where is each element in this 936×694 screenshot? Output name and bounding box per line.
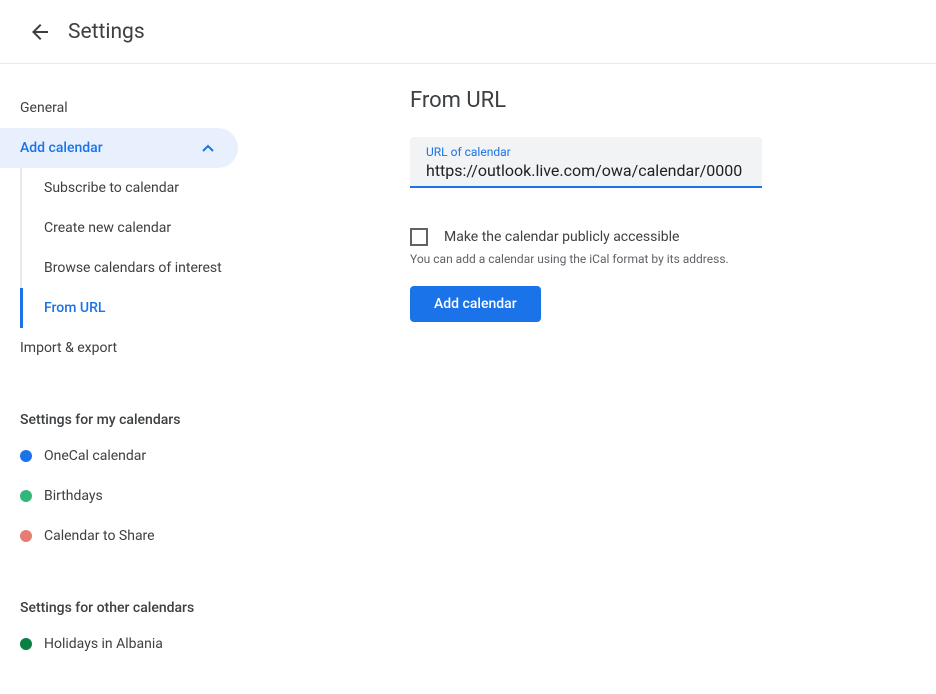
calendar-color-dot (20, 450, 32, 462)
sub-item-from-url[interactable]: From URL (20, 288, 250, 328)
sub-item-subscribe[interactable]: Subscribe to calendar (20, 168, 250, 208)
main-container: General Add calendar Subscribe to calend… (0, 64, 936, 664)
calendar-label: Birthdays (44, 488, 103, 504)
public-checkbox-label: Make the calendar publicly accessible (444, 229, 679, 245)
sub-item-create[interactable]: Create new calendar (20, 208, 250, 248)
public-checkbox[interactable] (410, 228, 428, 246)
calendar-color-dot (20, 638, 32, 650)
calendar-color-dot (20, 490, 32, 502)
url-input[interactable] (426, 161, 746, 180)
page-title: Settings (68, 20, 145, 44)
calendar-color-dot (20, 530, 32, 542)
sidebar-item-general[interactable]: General (0, 88, 238, 128)
my-calendars-header: Settings for my calendars (0, 392, 250, 436)
sub-item-browse[interactable]: Browse calendars of interest (20, 248, 250, 288)
sub-item-label: Create new calendar (44, 220, 171, 236)
calendar-item-share[interactable]: Calendar to Share (0, 516, 250, 556)
chevron-up-icon (198, 138, 218, 158)
helper-text: You can add a calendar using the iCal fo… (410, 252, 896, 266)
url-input-wrapper[interactable]: URL of calendar (410, 137, 762, 188)
sidebar-label: Add calendar (20, 140, 198, 156)
back-button[interactable] (20, 12, 60, 52)
url-input-label: URL of calendar (426, 145, 746, 159)
sidebar-label: General (20, 100, 218, 116)
calendar-item-onecal[interactable]: OneCal calendar (0, 436, 250, 476)
other-calendars-header: Settings for other calendars (0, 580, 250, 624)
calendar-item-birthdays[interactable]: Birthdays (0, 476, 250, 516)
add-calendar-sub-items: Subscribe to calendar Create new calenda… (20, 168, 250, 328)
sidebar: General Add calendar Subscribe to calend… (0, 64, 250, 664)
sidebar-label: Import & export (20, 340, 218, 356)
content-area: From URL URL of calendar Make the calend… (250, 64, 936, 664)
arrow-left-icon (28, 20, 52, 44)
header: Settings (0, 0, 936, 64)
calendar-label: OneCal calendar (44, 448, 146, 464)
sidebar-item-add-calendar[interactable]: Add calendar (0, 128, 238, 168)
content-title: From URL (410, 88, 896, 113)
sub-item-label: From URL (44, 300, 105, 316)
public-checkbox-row: Make the calendar publicly accessible (410, 228, 896, 246)
calendar-item-holidays[interactable]: Holidays in Albania (0, 624, 250, 664)
sub-item-label: Browse calendars of interest (44, 260, 222, 276)
sub-item-label: Subscribe to calendar (44, 180, 179, 196)
add-calendar-button[interactable]: Add calendar (410, 286, 541, 322)
calendar-label: Holidays in Albania (44, 636, 163, 652)
calendar-label: Calendar to Share (44, 528, 155, 544)
sidebar-item-import-export[interactable]: Import & export (0, 328, 238, 368)
